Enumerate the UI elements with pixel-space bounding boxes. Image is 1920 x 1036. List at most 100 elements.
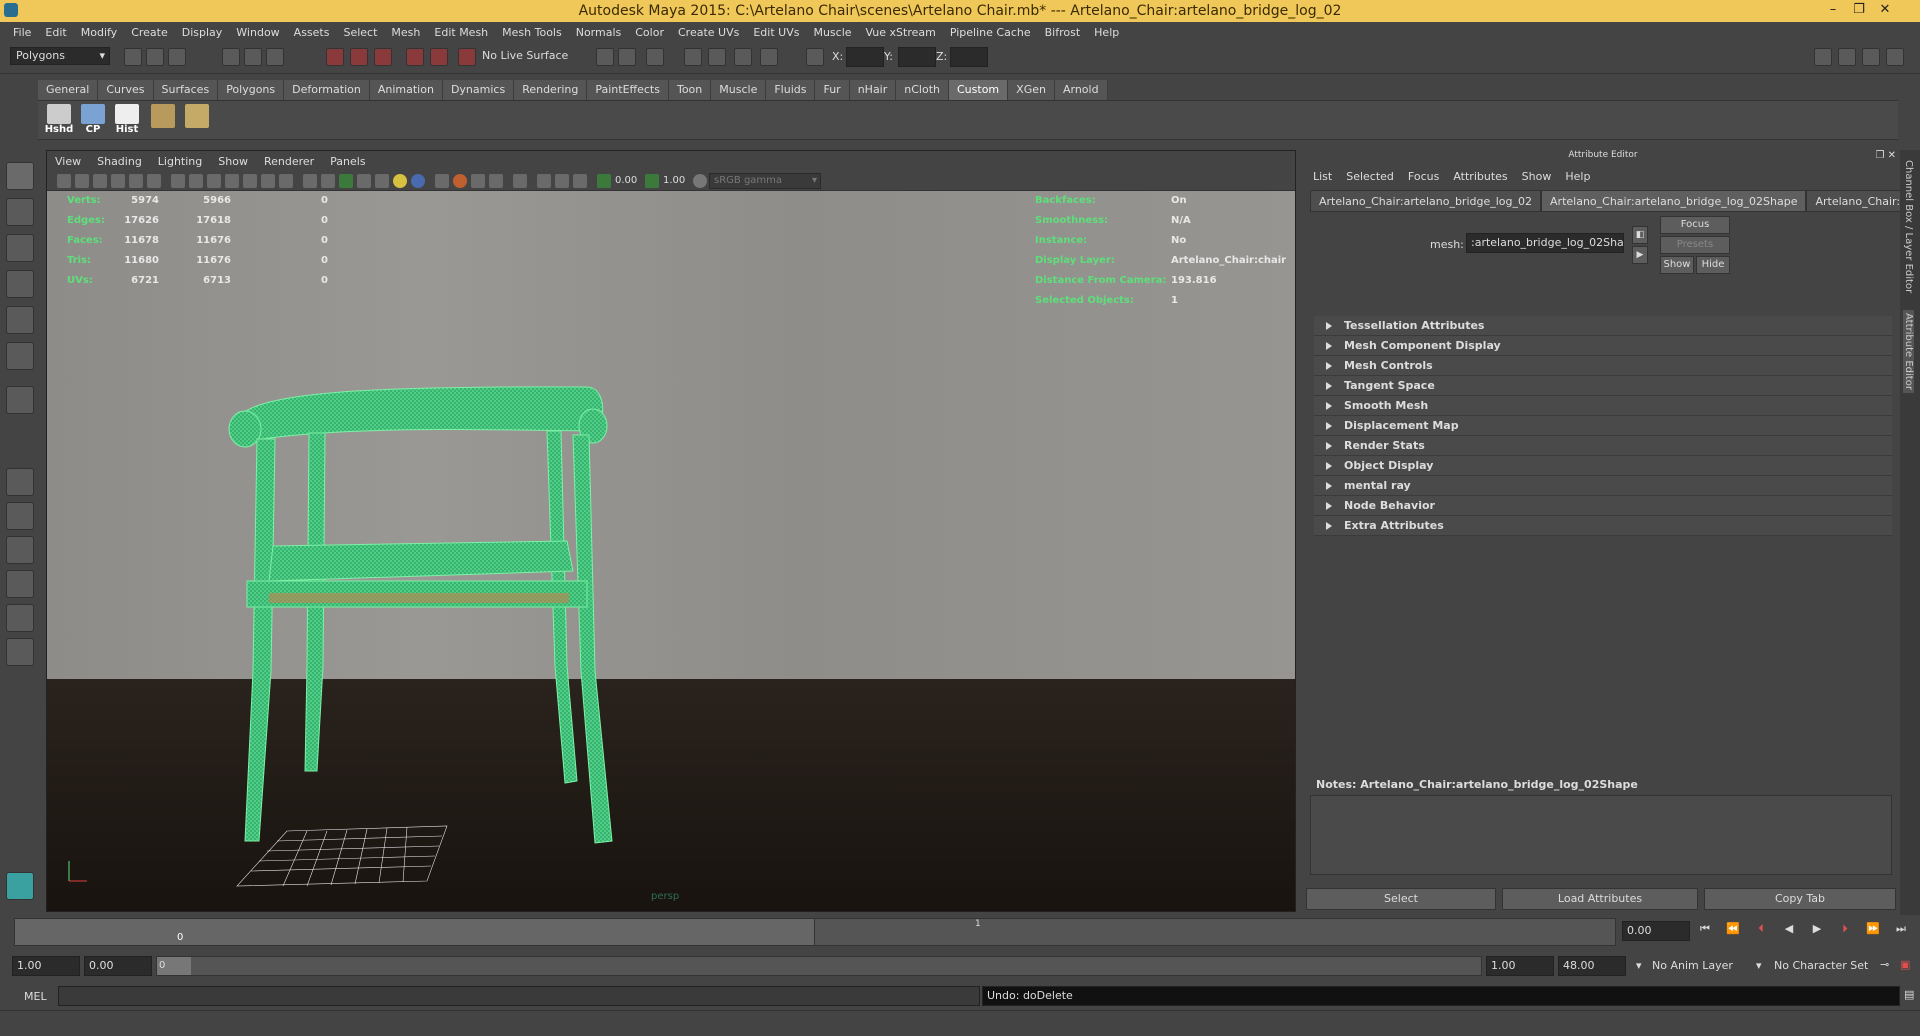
shelf-button-uv2[interactable] [182,104,212,138]
paint-select-icon[interactable] [6,234,34,262]
safe-title-icon[interactable] [279,174,293,188]
menu-pipeline-cache[interactable]: Pipeline Cache [950,26,1031,39]
color-management-icon[interactable] [693,174,707,188]
maximize-button[interactable]: ❐ [1846,0,1872,20]
persp-outliner-layout-icon[interactable] [6,638,34,666]
go-to-output-icon[interactable]: ▶ [1632,246,1648,264]
section-smooth-mesh[interactable]: Smooth Mesh [1314,396,1892,416]
shelf-tab-general[interactable]: General [38,80,99,100]
field-chart-icon[interactable] [243,174,257,188]
shelf-tab-fluids[interactable]: Fluids [766,80,816,100]
start-time-field[interactable]: 1.00 [12,956,80,976]
tab-transform-node[interactable]: Artelano_Chair:artelano_bridge_log_02 [1310,190,1542,212]
shelf-tab-custom[interactable]: Custom [949,80,1009,100]
section-extra-attributes[interactable]: Extra Attributes [1314,516,1892,536]
gamma-value[interactable]: 1.00 [663,175,685,186]
shelf-tab-animation[interactable]: Animation [369,80,443,100]
menu-file[interactable]: File [13,26,31,39]
tool-settings-icon[interactable] [1862,48,1880,66]
playhead-region[interactable] [15,919,815,945]
step-forward-key-icon[interactable]: ⏩ [1866,922,1880,936]
minimize-button[interactable]: – [1820,0,1846,20]
load-attributes-button[interactable]: Load Attributes [1502,888,1698,910]
film-gate-icon[interactable] [189,174,203,188]
tab-material-node[interactable]: Artelano_Chair:c [1806,190,1916,212]
select-component-icon[interactable] [266,48,284,66]
menu-modify[interactable]: Modify [81,26,117,39]
shelf-tab-toon[interactable]: Toon [668,80,712,100]
shelf-tab-dynamics[interactable]: Dynamics [442,80,515,100]
uv-tool-icon[interactable] [6,386,34,414]
play-backward-icon[interactable]: ◀ [1782,922,1796,936]
end-time-field[interactable]: 48.00 [1558,956,1626,976]
menu-display[interactable]: Display [182,26,223,39]
anti-aliasing-icon[interactable] [471,174,485,188]
smooth-shade-icon[interactable] [321,174,335,188]
viewport-menu-shading[interactable]: Shading [97,155,142,168]
shelf-tab-rendering[interactable]: Rendering [514,80,588,100]
render-current-icon[interactable] [708,48,726,66]
mode-selector[interactable]: Polygons ▾ [10,47,110,65]
xray-icon[interactable] [411,174,425,188]
section-object-display[interactable]: Object Display [1314,456,1892,476]
output-ops-icon[interactable] [618,48,636,66]
menu-select[interactable]: Select [343,26,377,39]
hypershade-layout-icon[interactable] [6,604,34,632]
command-input[interactable] [58,986,980,1006]
step-forward-frame-icon[interactable]: ⏵ [1838,922,1852,936]
grid-icon[interactable] [171,174,185,188]
ae-menu-selected[interactable]: Selected [1346,170,1394,183]
char-set-chevron-icon[interactable]: ▾ [1756,959,1762,972]
menu-normals[interactable]: Normals [576,26,622,39]
time-slider[interactable]: 0 1 0 [14,918,1616,946]
ae-menu-list[interactable]: List [1313,170,1332,183]
shelf-tab-muscle[interactable]: Muscle [711,80,767,100]
render-settings-icon[interactable] [760,48,778,66]
menu-bifrost[interactable]: Bifrost [1045,26,1081,39]
viewport-menu-view[interactable]: View [55,155,81,168]
script-editor-icon[interactable]: ▤ [1904,988,1914,1001]
copy-tab-button[interactable]: Copy Tab [1704,888,1896,910]
shelf-button-cp[interactable]: CP [78,104,108,138]
resolution-gate-icon[interactable] [207,174,221,188]
shelf-tab-polygons[interactable]: Polygons [218,80,285,100]
menu-help[interactable]: Help [1094,26,1119,39]
menu-color[interactable]: Color [635,26,664,39]
go-to-start-icon[interactable]: ⏮ [1698,922,1712,936]
viewport-menu-lighting[interactable]: Lighting [158,155,202,168]
section-render-stats[interactable]: Render Stats [1314,436,1892,456]
shelf-tab-nhair[interactable]: nHair [849,80,897,100]
attribute-editor-toggle-icon[interactable] [1838,48,1856,66]
persp-graph-layout-icon[interactable] [6,570,34,598]
exposure-icon[interactable] [597,174,611,188]
shelf-tab-fur[interactable]: Fur [815,80,850,100]
2d-pan-zoom-icon[interactable] [129,174,143,188]
menu-mesh-tools[interactable]: Mesh Tools [502,26,562,39]
playback-start-field[interactable]: 0.00 [84,956,152,976]
textured-icon[interactable] [357,174,371,188]
snap-point-icon[interactable] [374,48,392,66]
anim-layer-chevron-icon[interactable]: ▾ [1636,959,1642,972]
select-button[interactable]: Select [1306,888,1496,910]
shelf-button-uv1[interactable] [148,104,178,138]
maya-home-icon[interactable] [6,872,34,900]
close-button[interactable]: ✕ [1872,0,1898,20]
depth-of-field-icon[interactable] [489,174,503,188]
image-plane-icon[interactable] [111,174,125,188]
section-mental-ray[interactable]: mental ray [1314,476,1892,496]
ambient-occlusion-icon[interactable] [435,174,449,188]
section-tessellation-attributes[interactable]: Tessellation Attributes [1314,316,1892,336]
ae-menu-focus[interactable]: Focus [1408,170,1439,183]
transform-mode-icon[interactable] [806,48,824,66]
section-mesh-controls[interactable]: Mesh Controls [1314,356,1892,376]
z-field[interactable] [950,47,988,67]
menu-mesh[interactable]: Mesh [391,26,420,39]
gate-mask-icon[interactable] [225,174,239,188]
shelf-button-hist[interactable]: Hist [112,104,142,138]
tab-shape-node[interactable]: Artelano_Chair:artelano_bridge_log_02Sha… [1541,190,1807,212]
auto-key-icon[interactable]: ⊸ [1880,958,1889,971]
colorspace-dropdown[interactable]: sRGB gamma ▾ [709,173,821,189]
rotate-tool-icon[interactable] [6,306,34,334]
ae-menu-show[interactable]: Show [1522,170,1552,183]
anim-layer-label[interactable]: No Anim Layer [1652,959,1733,972]
